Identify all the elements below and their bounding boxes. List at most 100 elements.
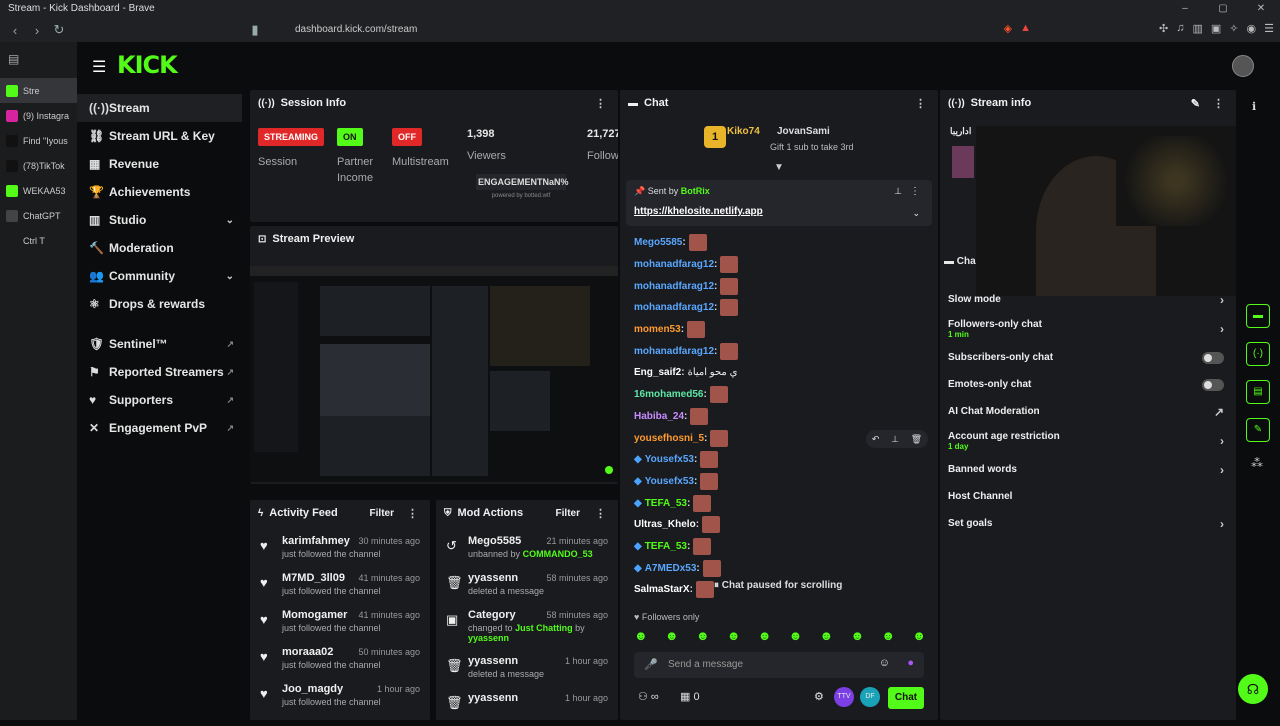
chat-username[interactable]: SalmaStarX xyxy=(634,584,690,595)
hamburger-menu-icon[interactable]: ☰ xyxy=(92,57,106,77)
category-thumbnail[interactable] xyxy=(952,146,974,178)
emoji-icon[interactable]: ☺ xyxy=(879,657,890,669)
sidebar-item-achievements[interactable]: 🏆 Achievements xyxy=(77,178,242,206)
activity-item[interactable]: ♥ Momogamer just followed the channel 41 mi… xyxy=(250,606,430,643)
wallet-icon[interactable]: ▣ xyxy=(1211,22,1221,35)
sidebar-item-stream-url-key[interactable]: ⛓ Stream URL & Key xyxy=(77,122,242,150)
broadcast-rail-icon[interactable]: (·) xyxy=(1246,342,1270,366)
rewards-icon[interactable]: ▲ xyxy=(1020,22,1031,35)
mod-action-item[interactable]: 🗑 yyassenn 1 hour ago xyxy=(436,689,618,726)
chat-username[interactable]: mohanadfarag12 xyxy=(634,259,714,270)
chat-message[interactable]: ◆ A7MEDx53: xyxy=(634,557,934,579)
toggle-switch[interactable] xyxy=(1202,378,1224,391)
chat-username[interactable]: Yousefx53 xyxy=(645,454,694,465)
pinned-expand-icon[interactable]: ⌄ xyxy=(912,208,920,219)
mod-action-by[interactable]: Just Chatting xyxy=(515,623,573,633)
mod-action-by2[interactable]: yyassenn xyxy=(468,633,618,643)
chat-setting-set-goals[interactable]: Set goals › xyxy=(940,510,1236,537)
chat-setting-slow-mode[interactable]: Slow mode › xyxy=(940,286,1236,313)
menu-icon[interactable]: ☰ xyxy=(1264,22,1274,35)
chat-message[interactable]: momen53: xyxy=(634,319,934,341)
vpn-icon[interactable]: ◉ xyxy=(1247,22,1257,35)
mod-action-item[interactable]: 🗑 yyassenn deleted a message 1 hour ago xyxy=(436,652,618,689)
chat-username[interactable]: Ultras_Khelo xyxy=(634,519,696,530)
leader-2-name[interactable]: JovanSami xyxy=(777,126,830,137)
sidebar-extra-0[interactable]: 🛡 Sentinel™ ↗ xyxy=(77,330,242,358)
bookmark-icon[interactable]: ▮ xyxy=(244,22,266,38)
url-field[interactable]: dashboard.kick.com/stream xyxy=(270,21,990,39)
quick-emote-icon[interactable]: ☻ xyxy=(881,628,895,646)
sidebar-toggle-icon[interactable]: ‹ xyxy=(4,23,26,38)
reload-icon[interactable]: ↻ xyxy=(48,22,70,38)
discord-icon[interactable]: DF xyxy=(860,687,880,707)
chat-message[interactable]: mohanadfarag12: xyxy=(634,254,934,276)
more-options-icon[interactable]: ⋮ xyxy=(595,97,606,110)
brave-shield-icon[interactable]: ◈ xyxy=(1004,22,1012,35)
quick-emote-icon[interactable]: ☻ xyxy=(850,628,864,646)
sidebar-item-community[interactable]: 👥 Community ⌄ xyxy=(77,262,242,290)
browser-tab[interactable]: WEKAA53 xyxy=(0,178,77,203)
sidebar-icon[interactable]: ▥ xyxy=(1192,22,1202,35)
extensions-icon[interactable]: ✣ xyxy=(1159,22,1168,35)
connections-icon[interactable]: ⚇ ∞ xyxy=(638,690,659,703)
pin-message-icon[interactable]: ⊥ xyxy=(891,434,899,445)
chat-username[interactable]: TEFA_53 xyxy=(645,498,687,509)
info-icon[interactable]: ℹ xyxy=(1238,90,1280,113)
sidebar-item-moderation[interactable]: 🔨 Moderation xyxy=(77,234,242,262)
mod-filter-button[interactable]: Filter xyxy=(556,508,580,519)
sidebar-item-drops-rewards[interactable]: ⚛ Drops & rewards xyxy=(77,290,242,318)
quick-emote-icon[interactable]: ☻ xyxy=(912,628,926,646)
chat-username[interactable]: Yousefx53 xyxy=(645,476,694,487)
quick-emote-icon[interactable]: ☻ xyxy=(727,628,741,646)
tools-rail-icon[interactable]: ✎ xyxy=(1246,418,1270,442)
chat-message[interactable]: ◆ TEFA_53: xyxy=(634,492,934,514)
sidebar-extra-1[interactable]: ⚑ Reported Streamers ↗ xyxy=(77,358,242,386)
chat-username[interactable]: Habiba_24 xyxy=(634,411,684,422)
maximize-icon[interactable]: ▢ xyxy=(1204,0,1242,18)
chat-message[interactable]: mohanadfarag12: xyxy=(634,297,934,319)
minimize-icon[interactable]: – xyxy=(1166,0,1204,18)
quick-emote-icon[interactable]: ☻ xyxy=(758,628,772,646)
mod-action-by[interactable]: COMMANDO_53 xyxy=(523,549,593,559)
browser-tab[interactable]: ChatGPT xyxy=(0,203,77,228)
activity-filter-button[interactable]: Filter xyxy=(370,508,394,519)
chat-message[interactable]: ◆ Yousefx53: xyxy=(634,471,934,493)
chat-setting-followers-only-chat[interactable]: Followers-only chat 1 min › xyxy=(940,313,1236,344)
leader-1-name[interactable]: Kiko74 xyxy=(727,126,760,137)
twitch-icon[interactable]: TTV xyxy=(834,687,854,707)
close-icon[interactable]: ✕ xyxy=(1242,0,1280,18)
quick-emote-icon[interactable]: ☻ xyxy=(789,628,803,646)
mod-action-item[interactable]: ▣ Category changed to Just Chatting by yya… xyxy=(436,606,618,652)
forward-icon[interactable]: › xyxy=(26,23,48,38)
pinned-user[interactable]: BotRix xyxy=(681,186,710,196)
activity-more-icon[interactable]: ⋮ xyxy=(407,507,418,520)
edit-icon[interactable]: ✎ xyxy=(1191,97,1200,110)
chat-message[interactable]: Eng_saif2: ي محو امياة xyxy=(634,362,934,384)
chat-input-box[interactable]: 🎤 Send a message ☺ ● xyxy=(634,652,924,678)
toggle-switch[interactable] xyxy=(1202,351,1224,364)
kick-logo[interactable]: KICK xyxy=(117,51,178,79)
quick-emote-icon[interactable]: ☻ xyxy=(665,628,679,646)
chat-message[interactable]: Mego5585: xyxy=(634,232,934,254)
sidebar-extra-2[interactable]: ♥ Supporters ↗ xyxy=(77,386,242,414)
sidebar-item-studio[interactable]: ▥ Studio ⌄ xyxy=(77,206,242,234)
quick-emote-icon[interactable]: ☻ xyxy=(696,628,710,646)
leo-icon[interactable]: ✧ xyxy=(1229,22,1238,35)
sidebar-item-revenue[interactable]: ▦ Revenue xyxy=(77,150,242,178)
quick-emote-icon[interactable]: ☻ xyxy=(634,628,648,646)
browser-tab[interactable]: (78)TikTok xyxy=(0,153,77,178)
support-headset-icon[interactable]: ☊ xyxy=(1238,674,1268,704)
browser-tab[interactable]: Stre xyxy=(0,78,77,103)
chat-message[interactable]: ◆ TEFA_53: xyxy=(634,536,934,558)
chat-username[interactable]: Mego5585 xyxy=(634,237,682,248)
chat-settings-icon[interactable]: ⚙ xyxy=(814,690,824,703)
browser-tab[interactable]: Find "Iyous xyxy=(0,128,77,153)
chat-setting-ai-chat-moderation[interactable]: AI Chat Moderation ↗ xyxy=(940,398,1236,425)
stream-preview-video[interactable] xyxy=(250,266,618,482)
chat-setting-banned-words[interactable]: Banned words › xyxy=(940,456,1236,483)
chat-message[interactable]: 16mohamed56: xyxy=(634,384,934,406)
quick-emote-icon[interactable]: ☻ xyxy=(820,628,834,646)
activity-item[interactable]: ♥ moraaa02 just followed the channel 50 min… xyxy=(250,643,430,680)
apps-rail-icon[interactable]: ⁂ xyxy=(1246,456,1270,470)
chat-message[interactable]: mohanadfarag12: xyxy=(634,340,934,362)
